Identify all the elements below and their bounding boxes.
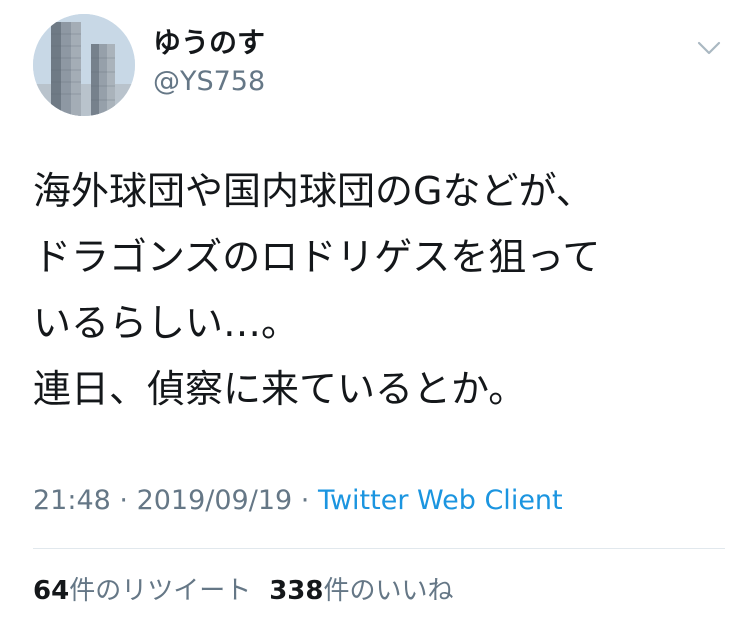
meta-separator: · <box>110 485 137 516</box>
avatar[interactable] <box>33 14 135 116</box>
tweet-meta: 21:48 · 2019/09/19 · Twitter Web Client <box>33 484 563 518</box>
tweet-date[interactable]: 2019/09/19 <box>137 485 293 516</box>
tweet-time[interactable]: 21:48 <box>33 485 111 516</box>
tweet-stats: 64件のリツイート 338件のいいね <box>33 574 454 608</box>
tweet-text: 海外球団や国内球団のGなどが、 ドラゴンズのロドリゲスを狙って いるらしい…。 … <box>33 169 601 411</box>
likes-stat[interactable]: 338件のいいね <box>269 576 453 606</box>
divider <box>33 548 725 549</box>
display-name[interactable]: ゆうのす <box>153 26 265 60</box>
avatar-building-image <box>33 14 135 116</box>
meta-separator: · <box>292 485 318 516</box>
retweets-label: 件のリツイート <box>69 576 252 606</box>
retweets-stat[interactable]: 64件のリツイート <box>33 576 251 606</box>
user-handle[interactable]: @YS758 <box>153 66 265 98</box>
likes-count: 338 <box>269 576 324 606</box>
retweets-count: 64 <box>33 576 70 606</box>
chevron-down-icon[interactable] <box>694 36 724 60</box>
client-link[interactable]: Twitter Web Client <box>318 485 563 516</box>
likes-label: 件のいいね <box>323 576 454 606</box>
